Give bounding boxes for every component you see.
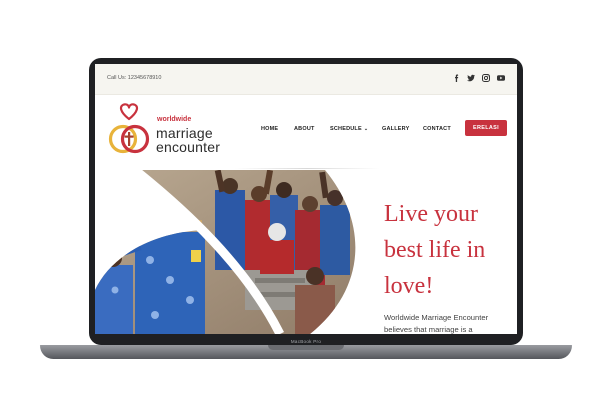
instagram-icon[interactable] [481,73,491,83]
laptop-notch [268,345,344,350]
cta-button[interactable]: ERELASI [465,120,507,136]
nav-contact[interactable]: CONTACT [423,126,451,132]
facebook-icon[interactable] [452,73,462,83]
brand-tagline: worldwide [157,116,192,123]
header-divider [235,168,380,169]
hero-headline-line2: best life in [384,237,486,263]
nav-schedule[interactable]: SCHEDULE ⌄ [330,126,368,132]
top-bar: Call Us: 12345678910 [95,64,517,95]
call-us-text: Call Us: 12345678910 [107,75,162,81]
hero-body-text: Worldwide Marriage Encounter believes th… [384,313,489,334]
twitter-icon[interactable] [466,73,476,83]
nav-about[interactable]: ABOUT [294,126,315,132]
laptop-screen: Call Us: 12345678910 worldwide marriage … [95,64,517,334]
laptop-model-label: MacBook Pro [290,339,322,344]
nav-home[interactable]: HOME [261,126,278,132]
nav-schedule-label: SCHEDULE [330,126,362,132]
brand-name-line2: encounter [156,139,221,155]
hero-headline-line3: love! [384,273,434,299]
youtube-icon[interactable] [496,73,506,83]
hero-photo-collage [95,170,356,334]
site-logo[interactable] [105,102,155,158]
nav-gallery[interactable]: GALLERY [382,126,409,132]
chevron-down-icon: ⌄ [363,126,369,132]
hero-headline-line1: Live your [384,201,478,227]
